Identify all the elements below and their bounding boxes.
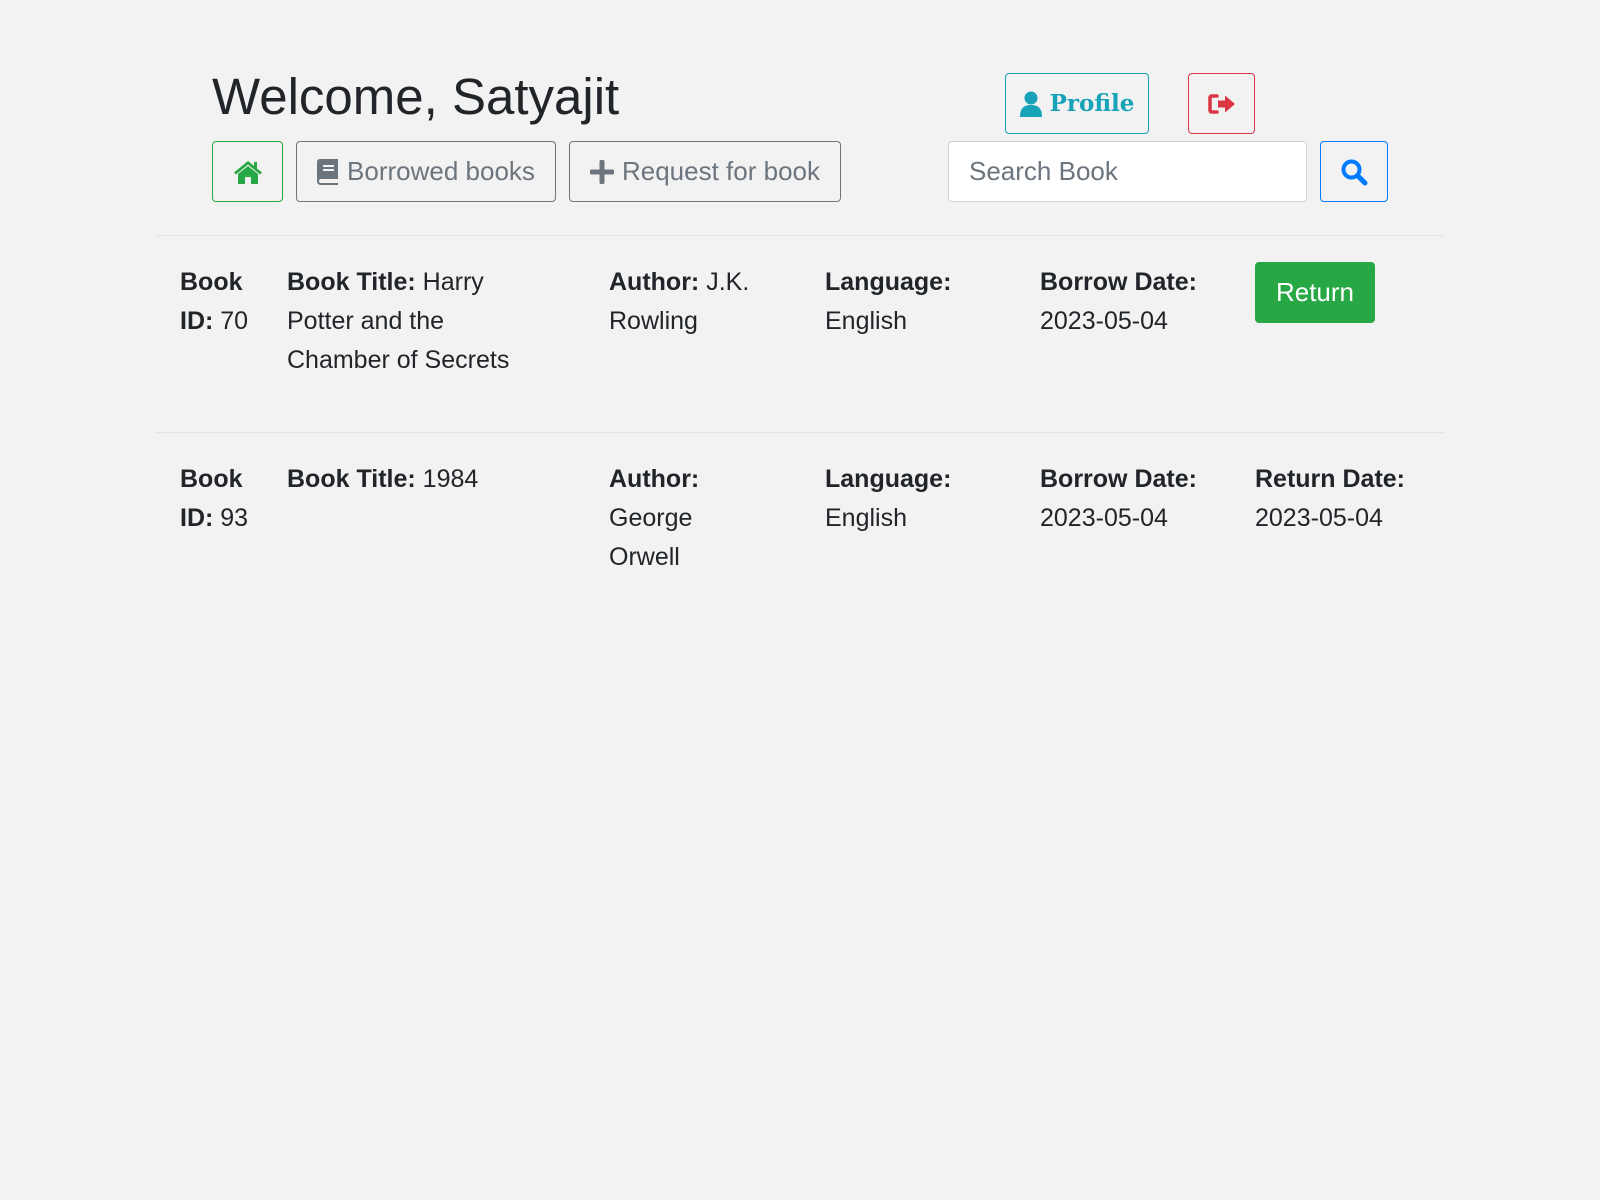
request-book-label: Request for book	[621, 156, 820, 186]
book-id-cell: Book ID: 70	[180, 263, 260, 341]
profile-label: Profile	[1049, 90, 1135, 117]
search-input[interactable]	[948, 141, 1307, 202]
book-title-label: Book Title:	[287, 268, 416, 296]
borrowed-books-button[interactable]: Borrowed books	[296, 141, 556, 202]
return-date-cell: Return Date: 2023-05-04	[1255, 460, 1455, 538]
language-cell: Language: English	[825, 263, 995, 341]
language-label: Language:	[825, 268, 952, 296]
home-button[interactable]	[212, 141, 283, 202]
borrow-date-cell: Borrow Date: 2023-05-04	[1040, 263, 1230, 341]
author-cell: Author: J.K. Rowling	[609, 263, 794, 341]
language-value: English	[825, 307, 907, 335]
return-date-value: 2023-05-04	[1255, 504, 1383, 532]
book-icon	[317, 158, 339, 185]
borrowed-books-label: Borrowed books	[347, 156, 535, 186]
book-title-cell: Book Title: Harry Potter and the Chamber…	[287, 263, 537, 380]
borrow-date-value: 2023-05-04	[1040, 504, 1168, 532]
book-title-cell: Book Title: 1984	[287, 460, 537, 499]
search-icon	[1340, 158, 1368, 186]
borrow-date-value: 2023-05-04	[1040, 307, 1168, 335]
search-button[interactable]	[1320, 141, 1388, 202]
book-title-label: Book Title:	[287, 465, 416, 493]
request-book-button[interactable]: Request for book	[569, 141, 841, 202]
borrow-date-cell: Borrow Date: 2023-05-04	[1040, 460, 1230, 538]
user-icon	[1019, 91, 1042, 117]
sign-out-icon	[1207, 93, 1236, 115]
divider	[155, 432, 1445, 433]
borrow-date-label: Borrow Date:	[1040, 268, 1197, 296]
divider	[155, 235, 1445, 236]
language-label: Language:	[825, 465, 952, 493]
book-title-value: 1984	[422, 465, 479, 493]
return-button[interactable]: Return	[1255, 262, 1375, 323]
author-cell: Author: George Orwell	[609, 460, 729, 577]
book-id-value: 70	[220, 307, 249, 335]
plus-icon	[589, 159, 614, 184]
author-label: Author:	[609, 465, 700, 493]
profile-button[interactable]: Profile	[1005, 73, 1149, 134]
borrow-date-label: Borrow Date:	[1040, 465, 1197, 493]
author-label: Author:	[609, 268, 700, 296]
page: Welcome, Satyajit Profile Borrowed books…	[0, 0, 1600, 1200]
language-cell: Language: English	[825, 460, 995, 538]
book-id-value: 93	[220, 504, 249, 532]
language-value: English	[825, 504, 907, 532]
logout-button[interactable]	[1188, 73, 1255, 134]
author-value: George Orwell	[609, 504, 693, 571]
return-date-label: Return Date:	[1255, 465, 1406, 493]
page-title: Welcome, Satyajit	[212, 68, 620, 125]
home-icon	[233, 159, 263, 185]
book-id-cell: Book ID: 93	[180, 460, 260, 538]
